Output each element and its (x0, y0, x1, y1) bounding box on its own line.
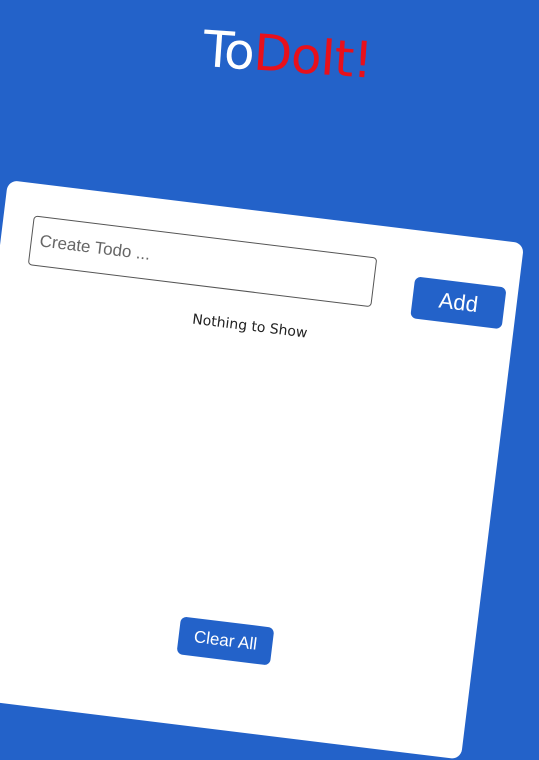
title-doit: DoIt! (251, 23, 375, 90)
title-to: To (201, 20, 256, 82)
clear-all-button[interactable]: Clear All (176, 616, 275, 666)
app-title: ToDoIt! (201, 20, 374, 90)
add-button[interactable]: Add (410, 276, 507, 330)
todo-input[interactable] (27, 215, 378, 308)
empty-state-text: Nothing to Show (191, 311, 309, 342)
